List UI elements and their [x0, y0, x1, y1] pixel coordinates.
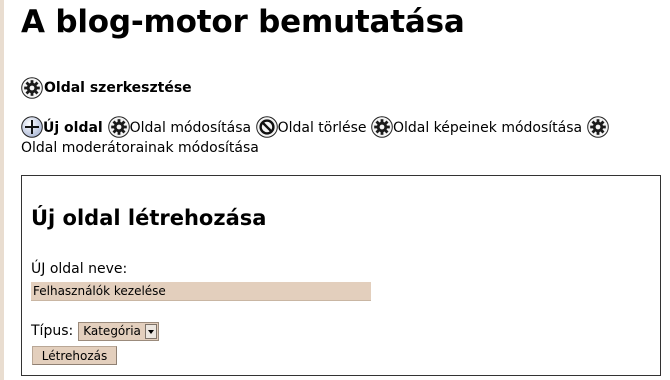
gear-icon: [371, 116, 393, 138]
edit-page-link[interactable]: Oldal módosítása: [107, 116, 256, 138]
edit-page-images-label: Oldal képeinek módosítása: [392, 120, 583, 136]
type-row: Típus: Kategória: [31, 321, 159, 341]
new-page-link[interactable]: Új oldal: [21, 116, 108, 138]
page-name-input[interactable]: [31, 282, 371, 301]
type-label: Típus:: [31, 323, 74, 339]
gear-icon: [107, 116, 130, 138]
new-page-label: Új oldal: [43, 120, 103, 136]
chevron-down-icon: [144, 323, 157, 339]
new-page-form: Új oldal létrehozása ÚJ oldal neve: Típu…: [21, 175, 661, 376]
page-name-label: ÚJ oldal neve:: [31, 261, 128, 277]
type-selected-value: Kategória: [83, 324, 141, 338]
left-border-rule: [0, 0, 4, 380]
section-title: Oldal szerkesztése: [44, 80, 192, 96]
delete-page-link[interactable]: Oldal törlése: [255, 116, 371, 138]
delete-page-label: Oldal törlése: [277, 120, 367, 136]
type-select[interactable]: Kategória: [78, 321, 159, 341]
create-button[interactable]: Létrehozás: [32, 346, 117, 365]
gear-icon: [586, 116, 609, 138]
gear-icon: [21, 77, 43, 99]
page-actions-bar: Új oldal Oldal módosítása Oldal törlése …: [21, 116, 661, 159]
edit-page-label: Oldal módosítása: [129, 120, 252, 136]
edit-page-images-link[interactable]: Oldal képeinek módosítása: [371, 116, 587, 138]
form-title: Új oldal létrehozása: [31, 206, 267, 230]
plus-circle-icon: [21, 116, 43, 138]
no-entry-icon: [255, 116, 278, 138]
section-header: Oldal szerkesztése: [21, 76, 192, 100]
page-title: A blog-motor bemutatása: [21, 4, 465, 40]
edit-page-moderators-label: Oldal moderátorainak módosítása: [21, 140, 259, 156]
